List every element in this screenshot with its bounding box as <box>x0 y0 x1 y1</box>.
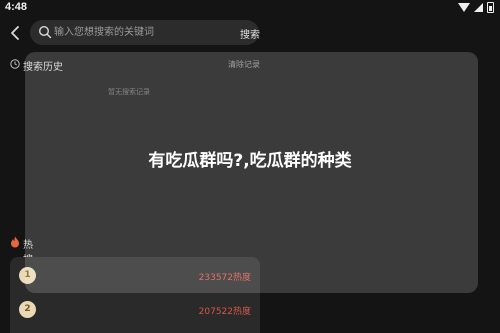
signal-icon <box>474 3 483 12</box>
search-button[interactable]: 搜索 <box>240 26 260 41</box>
overlay-title: 有吃瓜群吗?,吃瓜群的种类 <box>148 151 352 171</box>
search-input[interactable] <box>54 24 249 41</box>
heat-value: 207522热度 <box>198 307 251 317</box>
overlay-panel <box>25 52 478 293</box>
search-icon <box>38 25 52 39</box>
status-bar: 4:48 <box>0 0 500 16</box>
battery-icon <box>487 2 494 13</box>
status-time: 4:48 <box>5 1 28 13</box>
search-box[interactable] <box>30 20 259 45</box>
rank-badge: 2 <box>19 301 36 318</box>
system-icons <box>458 2 494 13</box>
wifi-icon <box>458 3 470 12</box>
fire-icon <box>11 236 19 248</box>
clock-icon <box>10 59 20 69</box>
hot-list-item[interactable]: 2 207522热度 <box>10 293 260 327</box>
back-icon[interactable] <box>8 25 22 41</box>
